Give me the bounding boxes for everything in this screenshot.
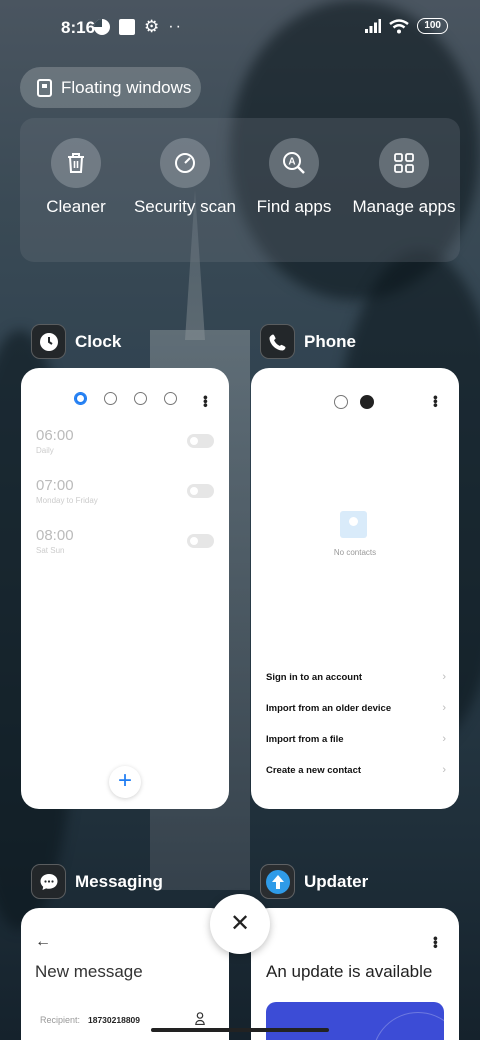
- sign-in-account-item[interactable]: Sign in to an account ›: [266, 671, 446, 683]
- messaging-app-name: Messaging: [75, 871, 163, 891]
- updater-app-name: Updater: [304, 871, 369, 891]
- alarm-repeat: Monday to Friday: [36, 496, 98, 505]
- messaging-icon: [31, 864, 66, 899]
- alarm-time: 07:00: [36, 477, 74, 494]
- sign-in-account-label: Sign in to an account: [266, 672, 363, 683]
- clock-icon: [31, 324, 66, 359]
- status-time: 8:16: [61, 18, 96, 37]
- alarm-item[interactable]: 08:00 Sat Sun: [36, 527, 74, 555]
- grid-icon: [379, 138, 429, 188]
- alarm-item[interactable]: 06:00 Daily: [36, 427, 74, 455]
- phone-app-name: Phone: [304, 331, 356, 351]
- phone-icon: [260, 324, 295, 359]
- back-arrow-icon[interactable]: ←: [35, 933, 51, 951]
- battery-icon: 100: [417, 18, 448, 34]
- alarm-tab-icon[interactable]: [74, 392, 87, 405]
- alarm-item[interactable]: 07:00 Monday to Friday: [36, 477, 98, 505]
- phone-tabs: [334, 395, 374, 409]
- messaging-card[interactable]: ← New message Recipient: 18730218809: [21, 908, 229, 1040]
- security-scan-icon: [160, 138, 210, 188]
- wifi-icon: [389, 18, 410, 33]
- updater-icon: [260, 864, 295, 899]
- floating-windows-label: Floating windows: [61, 77, 192, 97]
- chevron-right-icon: ›: [442, 733, 446, 745]
- updater-app-header[interactable]: Updater: [260, 864, 368, 899]
- trash-icon: [51, 138, 101, 188]
- status-icons-left: ⚙ ··: [94, 17, 183, 36]
- create-contact-label: Create a new contact: [266, 765, 362, 776]
- gear-icon: ⚙: [144, 17, 160, 36]
- clock-app-header[interactable]: Clock: [31, 324, 121, 359]
- call-log-tab-icon[interactable]: [334, 395, 348, 409]
- chevron-right-icon: ›: [442, 764, 446, 776]
- clock-tabs: [74, 392, 177, 405]
- alarm-toggle[interactable]: [187, 534, 214, 548]
- manage-apps-button[interactable]: Manage apps: [349, 138, 459, 217]
- add-alarm-button[interactable]: +: [109, 766, 141, 798]
- no-contacts-text: No contacts: [333, 548, 377, 557]
- security-scan-label: Security scan: [133, 197, 237, 216]
- home-indicator[interactable]: [151, 1028, 329, 1032]
- close-all-button[interactable]: ✕: [210, 894, 270, 954]
- updater-card[interactable]: ••• An update is available: [251, 908, 459, 1040]
- cleaner-label: Cleaner: [46, 197, 106, 216]
- phone-card[interactable]: ••• No contacts Sign in to an account › …: [251, 368, 459, 809]
- import-older-device-label: Import from an older device: [266, 703, 392, 714]
- create-contact-item[interactable]: Create a new contact ›: [266, 764, 446, 776]
- find-apps-button[interactable]: A Find apps: [239, 138, 349, 217]
- signal-icon: [365, 19, 382, 33]
- app-notification-icon: [94, 19, 110, 35]
- chevron-right-icon: ›: [442, 702, 446, 714]
- floating-windows-button[interactable]: Floating windows: [20, 67, 201, 108]
- manage-apps-label: Manage apps: [352, 197, 456, 216]
- timer-tab-icon[interactable]: [164, 392, 177, 405]
- contact-placeholder-icon: [340, 511, 367, 538]
- quick-actions-panel: Cleaner Security scan A Find apps Manage…: [20, 118, 460, 262]
- close-icon: ✕: [229, 910, 251, 937]
- recipient-label: Recipient:: [40, 1015, 81, 1025]
- update-available-title: An update is available: [266, 962, 433, 981]
- phone-app-header[interactable]: Phone: [260, 324, 356, 359]
- recipient-number[interactable]: 18730218809: [88, 1015, 140, 1025]
- find-apps-label: Find apps: [256, 197, 332, 216]
- alarm-repeat: Daily: [36, 446, 54, 455]
- import-older-device-item[interactable]: Import from an older device ›: [266, 702, 446, 714]
- alarm-time: 08:00: [36, 527, 74, 544]
- more-options-icon[interactable]: •••: [428, 936, 444, 948]
- alarm-repeat: Sat Sun: [36, 546, 65, 555]
- clock-app-name: Clock: [75, 331, 122, 351]
- alarm-toggle[interactable]: [187, 434, 214, 448]
- update-banner-image: [266, 1002, 444, 1040]
- chevron-right-icon: ›: [442, 671, 446, 683]
- alarm-toggle[interactable]: [187, 484, 214, 498]
- svg-text:A: A: [288, 157, 295, 168]
- alarm-time: 06:00: [36, 427, 74, 444]
- contact-picker-icon[interactable]: [195, 1012, 205, 1025]
- import-file-item[interactable]: Import from a file ›: [266, 733, 446, 745]
- floating-window-icon: [37, 78, 52, 97]
- square-notification-icon: [119, 19, 135, 35]
- status-bar: 8:16 ⚙ ·· 100: [0, 0, 480, 56]
- cleaner-button[interactable]: Cleaner: [21, 138, 131, 217]
- new-message-title: New message: [35, 962, 143, 981]
- import-file-label: Import from a file: [266, 734, 344, 745]
- contacts-tab-icon[interactable]: [360, 395, 374, 409]
- status-icons-right: 100: [365, 18, 448, 34]
- stopwatch-tab-icon[interactable]: [134, 392, 147, 405]
- more-options-icon[interactable]: •••: [198, 395, 214, 407]
- messaging-app-header[interactable]: Messaging: [31, 864, 163, 899]
- security-scan-button[interactable]: Security scan: [130, 138, 240, 217]
- more-dots-icon: ··: [168, 18, 183, 35]
- more-options-icon[interactable]: •••: [428, 395, 444, 407]
- clock-card[interactable]: ••• 06:00 Daily 07:00 Monday to Friday 0…: [21, 368, 229, 809]
- world-clock-tab-icon[interactable]: [104, 392, 117, 405]
- find-apps-icon: A: [269, 138, 319, 188]
